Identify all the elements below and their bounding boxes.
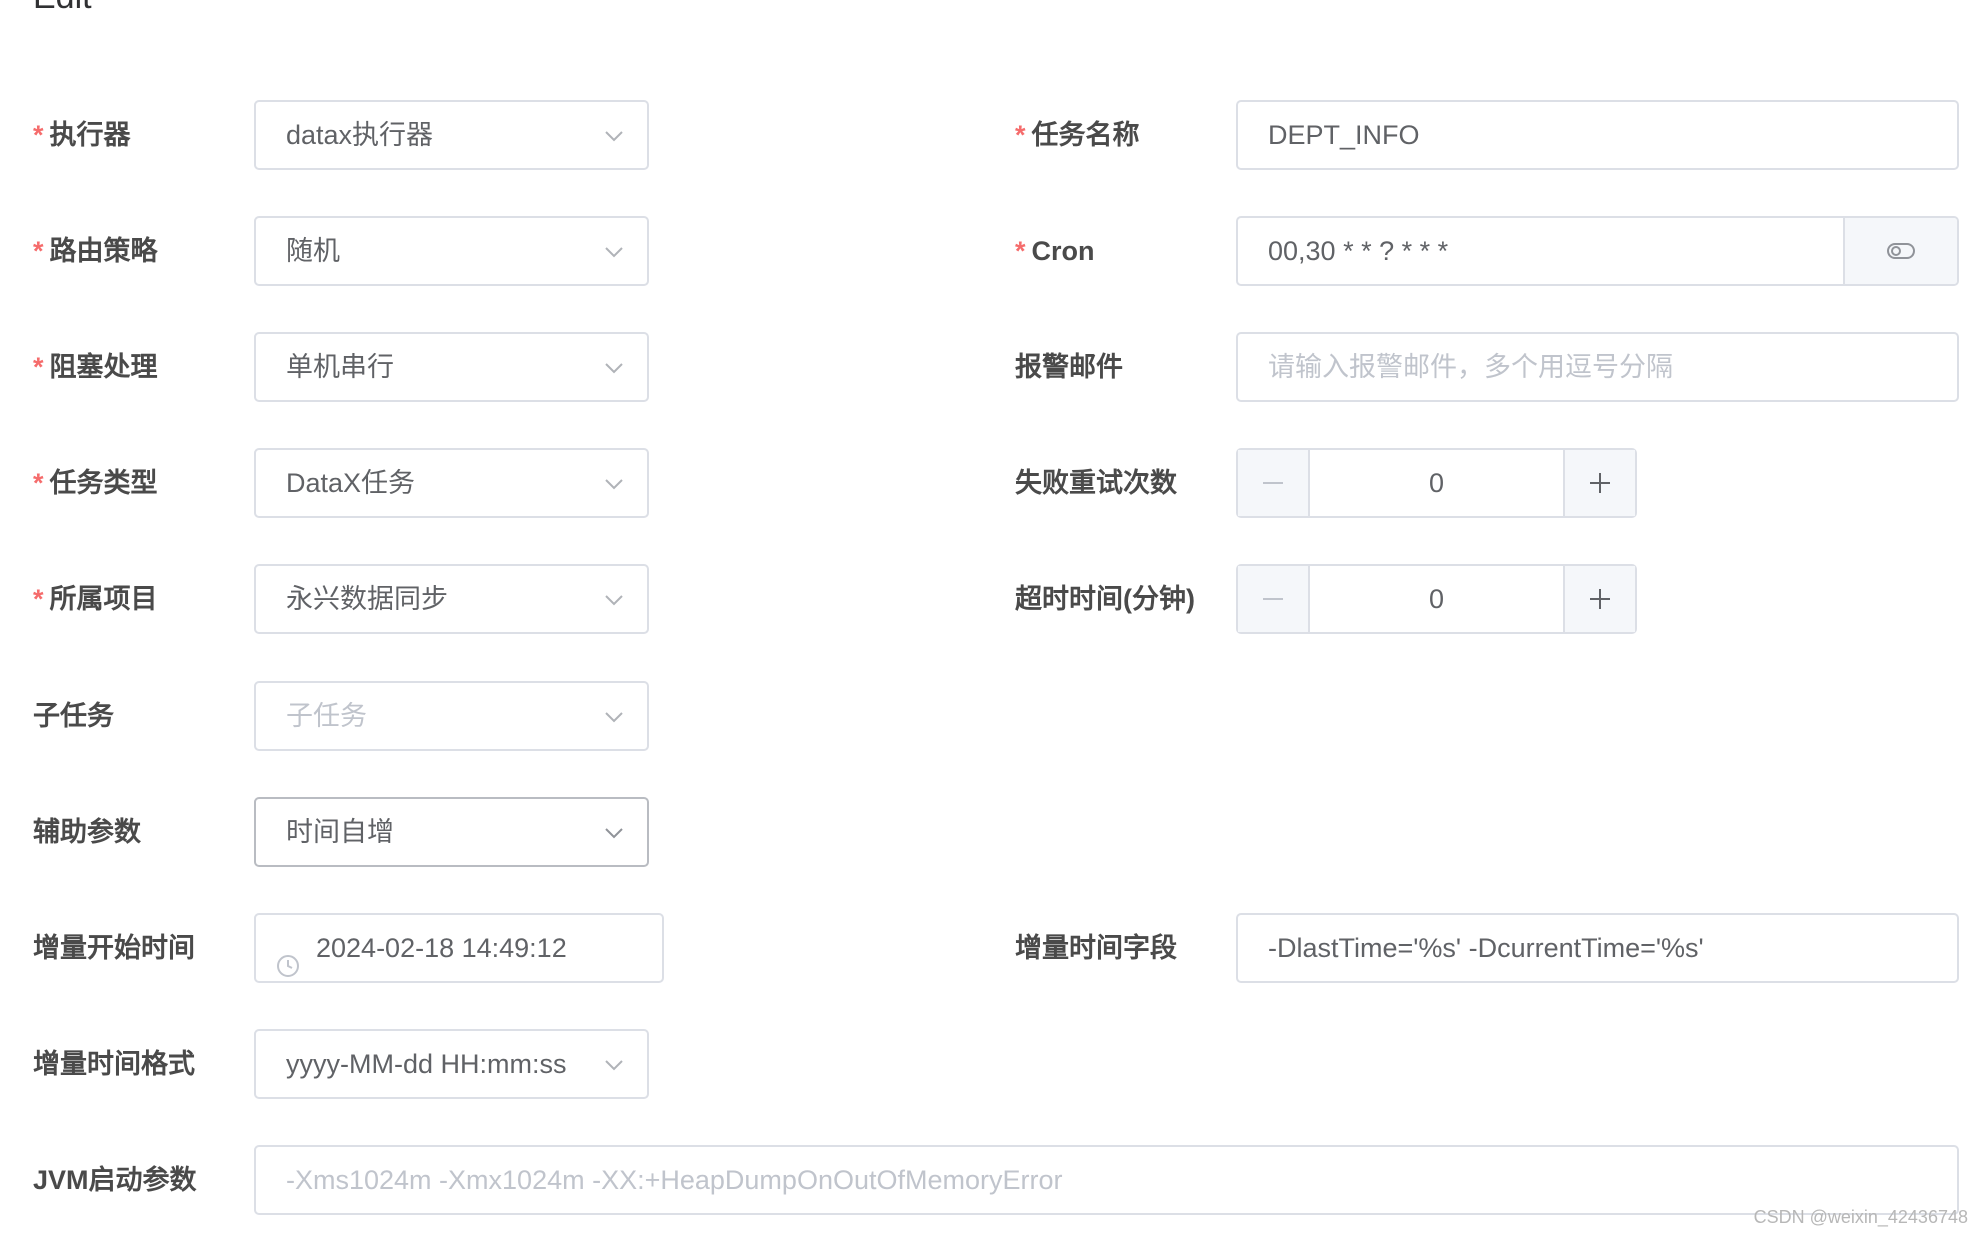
chevron-down-icon xyxy=(603,125,625,147)
aux-param-label: 辅助参数 xyxy=(33,817,141,847)
child-task-select[interactable]: 子任务 xyxy=(254,681,649,751)
block-strategy-label: * 阻塞处理 xyxy=(33,352,158,382)
alarm-email-input[interactable]: 请输入报警邮件，多个用逗号分隔 xyxy=(1236,332,1959,402)
chevron-down-icon xyxy=(603,241,625,263)
clock-icon xyxy=(276,936,300,981)
chevron-down-icon xyxy=(603,357,625,379)
jvm-params-placeholder: -Xms1024m -Xmx1024m -XX:+HeapDumpOnOutOf… xyxy=(286,1165,1063,1195)
incr-time-format-value: yyyy-MM-dd HH:mm:ss xyxy=(286,1049,567,1079)
task-type-value: DataX任务 xyxy=(286,468,416,498)
cron-generator-button[interactable] xyxy=(1843,218,1957,284)
route-strategy-select[interactable]: 随机 xyxy=(254,216,649,286)
timeout-stepper[interactable]: 0 xyxy=(1236,564,1637,634)
plus-icon xyxy=(1588,587,1612,611)
project-select[interactable]: 永兴数据同步 xyxy=(254,564,649,634)
task-name-input[interactable]: DEPT_INFO xyxy=(1236,100,1959,170)
task-type-label: * 任务类型 xyxy=(33,468,158,498)
project-label: * 所属项目 xyxy=(33,584,158,614)
route-strategy-value: 随机 xyxy=(286,236,340,266)
incr-time-field-value: -DlastTime='%s' -DcurrentTime='%s' xyxy=(1268,933,1704,963)
minus-icon xyxy=(1261,587,1285,611)
plus-icon xyxy=(1588,471,1612,495)
aux-param-select[interactable]: 时间自增 xyxy=(254,797,649,867)
aux-param-value: 时间自增 xyxy=(286,817,394,847)
incr-time-format-label: 增量时间格式 xyxy=(33,1049,195,1079)
incr-start-time-value: 2024-02-18 14:49:12 xyxy=(316,933,567,963)
chevron-down-icon xyxy=(603,473,625,495)
block-strategy-value: 单机串行 xyxy=(286,352,394,382)
executor-value: datax执行器 xyxy=(286,120,434,150)
chevron-down-icon xyxy=(603,589,625,611)
chevron-down-icon xyxy=(603,1054,625,1076)
route-strategy-label: * 路由策略 xyxy=(33,236,158,266)
minus-icon xyxy=(1261,471,1285,495)
cron-value: 00,30 * * ? * * * xyxy=(1268,236,1449,266)
alarm-email-label: 报警邮件 xyxy=(1015,352,1123,382)
toggle-icon xyxy=(1886,241,1916,261)
incr-time-format-select[interactable]: yyyy-MM-dd HH:mm:ss xyxy=(254,1029,649,1099)
increment-button[interactable] xyxy=(1563,566,1635,632)
decrement-button[interactable] xyxy=(1238,450,1310,516)
block-strategy-select[interactable]: 单机串行 xyxy=(254,332,649,402)
chevron-down-icon xyxy=(603,706,625,728)
task-name-value: DEPT_INFO xyxy=(1268,120,1420,150)
task-type-select[interactable]: DataX任务 xyxy=(254,448,649,518)
dialog-title: Edit xyxy=(33,0,92,17)
timeout-label: 超时时间(分钟) xyxy=(1015,584,1195,614)
alarm-email-placeholder: 请输入报警邮件，多个用逗号分隔 xyxy=(1268,352,1673,382)
executor-label: * 执行器 xyxy=(33,120,131,150)
incr-time-field-input[interactable]: -DlastTime='%s' -DcurrentTime='%s' xyxy=(1236,913,1959,983)
fail-retry-stepper[interactable]: 0 xyxy=(1236,448,1637,518)
incr-time-field-label: 增量时间字段 xyxy=(1015,933,1177,963)
child-task-placeholder: 子任务 xyxy=(286,701,367,731)
incr-start-time-picker[interactable]: 2024-02-18 14:49:12 xyxy=(254,913,664,983)
project-value: 永兴数据同步 xyxy=(286,584,448,614)
cron-input[interactable]: 00,30 * * ? * * * xyxy=(1236,216,1959,286)
jvm-params-label: JVM启动参数 xyxy=(33,1165,197,1195)
chevron-down-icon xyxy=(603,822,625,844)
child-task-label: 子任务 xyxy=(33,701,114,731)
cron-label: * Cron xyxy=(1015,236,1095,266)
fail-retry-label: 失败重试次数 xyxy=(1015,468,1177,498)
fail-retry-value[interactable]: 0 xyxy=(1310,450,1563,516)
watermark: CSDN @weixin_42436748 xyxy=(1753,1207,1968,1227)
timeout-value[interactable]: 0 xyxy=(1310,566,1563,632)
increment-button[interactable] xyxy=(1563,450,1635,516)
decrement-button[interactable] xyxy=(1238,566,1310,632)
jvm-params-input[interactable]: -Xms1024m -Xmx1024m -XX:+HeapDumpOnOutOf… xyxy=(254,1145,1959,1215)
incr-start-time-label: 增量开始时间 xyxy=(33,933,195,963)
task-name-label: * 任务名称 xyxy=(1015,120,1140,150)
executor-select[interactable]: datax执行器 xyxy=(254,100,649,170)
